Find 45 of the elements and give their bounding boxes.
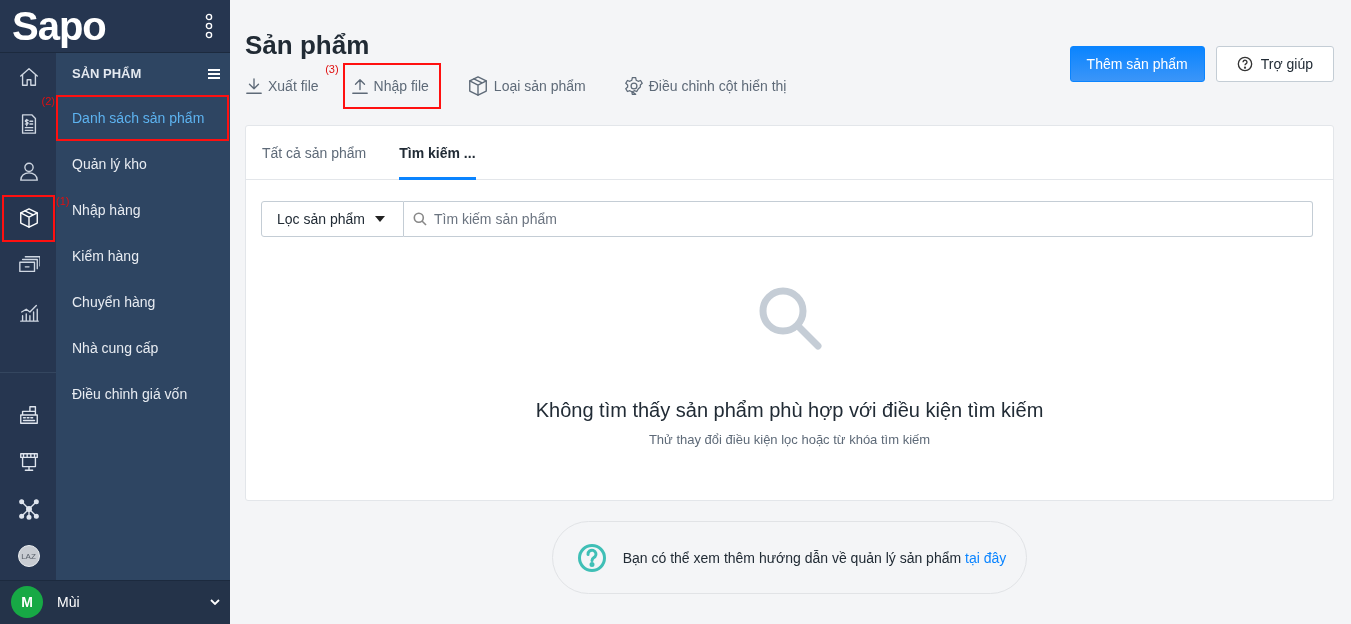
toolbar-link[interactable]: Điều chỉnh cột hiển thị — [615, 63, 799, 109]
caret-icon — [374, 216, 385, 222]
settings-icon — [623, 76, 644, 96]
chevron-down-icon[interactable] — [210, 599, 220, 606]
help-icon — [576, 542, 607, 573]
help-text: Bạn có thể xem thêm hướng dẫn về quản lý sản phẩm tại đây — [622, 549, 1007, 566]
tab[interactable]: Tìm kiếm ... — [399, 126, 476, 180]
menu-item[interactable]: Danh sách sản phẩm — [56, 94, 229, 141]
toolbar-link[interactable]: Xuất file — [245, 63, 319, 109]
toolbar-link[interactable]: Nhập file — [342, 63, 441, 109]
store-icon[interactable] — [17, 451, 40, 474]
empty-state-subtitle: Thử thay đổi điều kiện lọc hoặc từ khóa tìm kiếm — [648, 432, 931, 447]
menu-item[interactable]: Nhà cung cấp — [72, 324, 229, 371]
marketplace-badge[interactable]: LAZ — [17, 545, 40, 568]
search-icon — [412, 212, 427, 226]
download-icon — [245, 77, 263, 95]
toolbar-link[interactable]: Loại sản phẩm — [458, 63, 598, 109]
empty-state-title: Không tìm thấy sản phẩm phù hợp với điều kiện tìm kiếm — [535, 399, 1044, 422]
menu-item[interactable]: Quản lý kho — [72, 140, 229, 187]
box-icon[interactable] — [17, 207, 40, 230]
home-icon[interactable] — [17, 66, 40, 89]
network-icon[interactable] — [17, 498, 40, 521]
more-icon[interactable] — [205, 12, 213, 39]
cash-register-icon[interactable] — [17, 404, 40, 427]
menu-item[interactable]: Chuyển hàng — [72, 278, 229, 325]
user-name: Mùi — [57, 594, 81, 611]
menu-icon[interactable] — [208, 68, 220, 79]
help-button[interactable]: Trợ giúp — [1215, 46, 1334, 82]
menu-item[interactable]: Kiểm hàng — [72, 232, 229, 279]
menu-item[interactable]: Nhập hàng — [72, 186, 229, 233]
person-icon[interactable] — [17, 160, 40, 183]
search-field[interactable]: Tìm kiếm sản phẩm — [403, 201, 1313, 237]
page-title: Sản phẩm — [245, 30, 371, 60]
tab[interactable]: Tất cả sản phẩm — [262, 126, 367, 180]
section-title: SẢN PHẨM — [72, 66, 142, 82]
avatar: M — [11, 586, 43, 619]
callout-label: (3) — [325, 63, 339, 76]
upload-icon — [350, 77, 369, 95]
box-icon — [466, 75, 489, 97]
help-icon — [1236, 56, 1253, 72]
callout-label: (2) — [41, 94, 55, 108]
callout-label: (1) — [56, 194, 70, 208]
logo: Sapo — [12, 5, 106, 46]
filter-dropdown[interactable]: Lọc sản phẩm — [261, 201, 404, 237]
menu-item[interactable]: Điều chỉnh giá vốn — [72, 370, 229, 417]
